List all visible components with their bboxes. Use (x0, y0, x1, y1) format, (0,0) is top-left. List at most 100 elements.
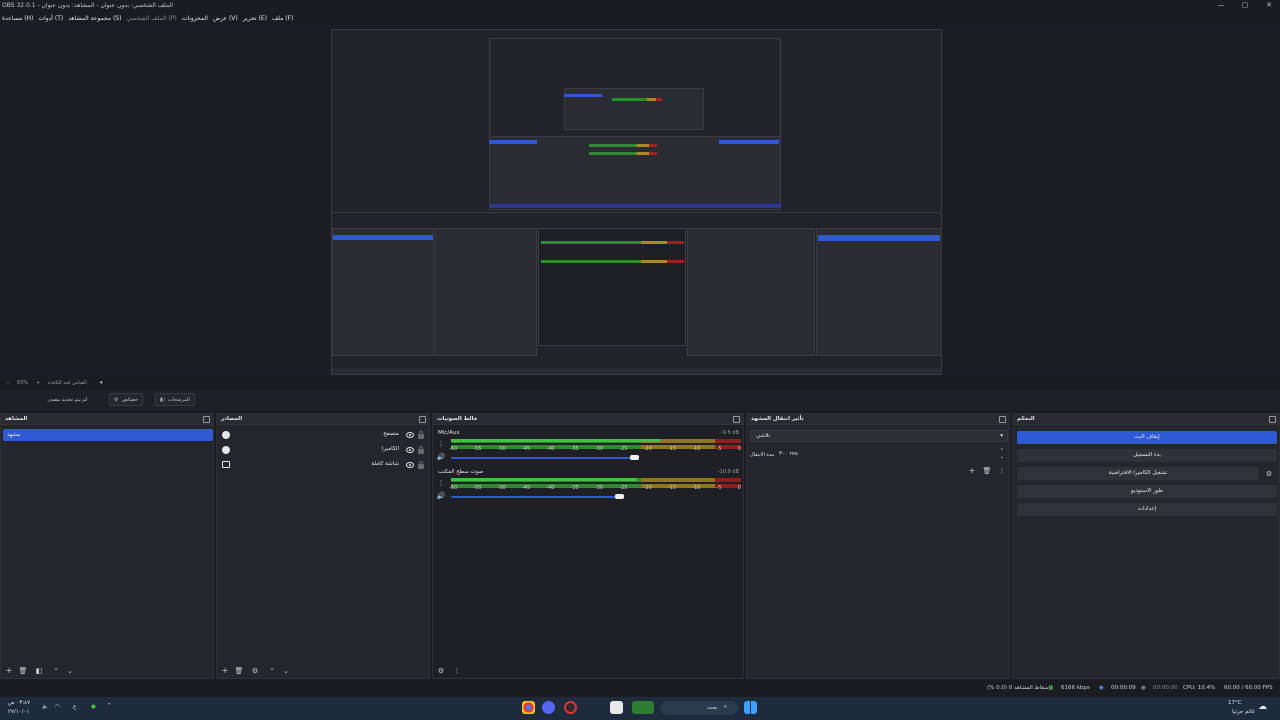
nested-meter (612, 98, 662, 101)
lock-icon[interactable] (418, 431, 424, 439)
lock-icon[interactable] (418, 461, 424, 469)
meter-scale: -60 -55 -50 -45 -40 -35 -30 -25 -20 -15 -10 -5 0 (449, 485, 741, 491)
volume-slider[interactable] (451, 496, 619, 498)
zoom-fit-label[interactable]: القياس لحد النافذة (48, 380, 87, 386)
mixer-dock-header: خالط الصوتيات (433, 414, 743, 425)
mixer-channel-db: -10.9 dB (717, 469, 739, 475)
volume-icon[interactable]: 🔈 (42, 704, 49, 710)
visibility-eye-icon[interactable] (406, 432, 414, 438)
filters-button[interactable]: ◧ المرشحات (155, 393, 195, 406)
add-scene-icon[interactable]: + (4, 666, 14, 676)
source-item[interactable]: الكاميرا (217, 444, 429, 457)
channel-menu-icon[interactable]: ⋮ (436, 478, 446, 488)
menu-view[interactable]: عرض (V) (213, 15, 238, 22)
move-down-icon[interactable]: ⌄ (281, 666, 291, 676)
start-icon[interactable] (744, 701, 757, 714)
clock-date[interactable]: ٢٧/١٠/٠١ (8, 709, 29, 715)
weather-temp[interactable]: 17°C (1228, 700, 1242, 706)
file-explorer-icon[interactable] (610, 701, 623, 714)
zoom-in-icon[interactable]: + (36, 380, 40, 386)
remove-source-icon[interactable]: 🗑 (234, 666, 244, 676)
maximize-button[interactable]: ▢ (1234, 0, 1256, 11)
remove-transition-icon[interactable]: 🗑 (982, 466, 992, 476)
settings-button[interactable]: إعدادات (1017, 503, 1277, 516)
cloud-icon[interactable]: ☁ (1258, 702, 1267, 712)
dock-popout-icon[interactable] (419, 416, 426, 423)
menu-tools[interactable]: أدوات (T) (38, 15, 63, 22)
volume-slider[interactable] (451, 457, 634, 459)
scale-tick: -40 (546, 446, 555, 452)
taskbar: ٠٣:٤٧ ص ٢٧/١٠/٠١ 🔈 ◠ ع ● ⌃ بحث ⌕ 17°C غا… (0, 697, 1280, 720)
clock-time[interactable]: ٠٣:٤٧ ص (8, 700, 30, 706)
weather-desc[interactable]: غائم جزئيا (1232, 709, 1255, 715)
mic-icon[interactable]: ● (91, 704, 96, 710)
start-recording-button[interactable]: بدء التسجيل (1017, 449, 1277, 462)
volume-slider-knob[interactable] (615, 494, 624, 499)
transition-menu-icon[interactable]: ⋮ (997, 466, 1007, 476)
zoom-row: − 63% + القياس لحد النافذة ▾ (0, 379, 1280, 389)
menu-docks[interactable]: المحزونات (182, 15, 208, 22)
zoom-dropdown-icon[interactable]: ▾ (100, 380, 103, 386)
wifi-icon[interactable]: ◠ (55, 704, 60, 710)
sources-title: المصادر (221, 416, 243, 422)
lock-icon[interactable] (418, 446, 424, 454)
scale-tick: -60 (449, 446, 458, 452)
mixer-channel-db: -9.5 dB (721, 430, 739, 436)
widgets-icon[interactable] (632, 701, 654, 714)
preview-canvas[interactable] (331, 29, 942, 375)
properties-button[interactable]: ⚙ خصائص (109, 393, 143, 406)
dock-popout-icon[interactable] (1269, 416, 1276, 423)
menu-file[interactable]: ملف (F) (272, 15, 293, 22)
zoom-out-icon[interactable]: − (6, 380, 10, 386)
move-down-icon[interactable]: ⌄ (65, 666, 75, 676)
menu-help[interactable]: مساعدة (H) (2, 15, 33, 22)
chrome-icon[interactable] (522, 701, 535, 714)
taskbar-search[interactable]: بحث ⌕ (660, 701, 738, 715)
spin-down-icon[interactable]: ⌄ (1000, 454, 1004, 460)
transition-selected: تلاشي (756, 433, 771, 439)
meter-level (451, 439, 660, 442)
signal-icon: ▮ (1050, 685, 1054, 691)
transition-select[interactable]: تلاشي ▾ (750, 430, 1008, 442)
visibility-eye-icon[interactable] (406, 462, 414, 468)
duration-spinbox[interactable]: ٣٠٠ ms ⌃ ⌄ (775, 448, 1008, 461)
virtual-camera-button[interactable]: تشغيل الكاميرا الافتراضية (1017, 467, 1259, 480)
mixer-settings-icon[interactable]: ⚙ (436, 666, 446, 676)
nested-controls (816, 228, 941, 356)
scale-tick: -30 (594, 446, 604, 452)
volume-slider-knob[interactable] (630, 455, 639, 460)
minimize-button[interactable]: — (1210, 0, 1232, 11)
remove-scene-icon[interactable]: 🗑 (18, 666, 28, 676)
discord-icon[interactable] (542, 701, 555, 714)
visibility-eye-icon[interactable] (406, 447, 414, 453)
menu-edit[interactable]: تحرير (E) (243, 15, 267, 22)
dock-popout-icon[interactable] (733, 416, 740, 423)
keyboard-language[interactable]: ع (73, 704, 76, 710)
move-up-icon[interactable]: ⌃ (51, 666, 61, 676)
scene-filters-icon[interactable]: ◧ (34, 666, 44, 676)
source-item[interactable]: متصفح (217, 429, 429, 442)
speaker-icon[interactable]: 🔊 (436, 452, 446, 462)
dock-popout-icon[interactable] (999, 416, 1006, 423)
nested-taskbar (489, 204, 781, 207)
mixer-menu-icon[interactable]: ⋮ (452, 666, 462, 676)
add-transition-icon[interactable]: + (967, 466, 977, 476)
stop-streaming-button[interactable]: إيقاف البث (1017, 431, 1277, 444)
add-source-icon[interactable]: + (220, 666, 230, 676)
speaker-icon[interactable]: 🔊 (436, 491, 446, 501)
scale-tick: -35 (570, 485, 579, 491)
close-button[interactable]: ✕ (1258, 0, 1280, 11)
channel-menu-icon[interactable]: ⋮ (436, 439, 446, 449)
dock-popout-icon[interactable] (203, 416, 210, 423)
move-up-icon[interactable]: ⌃ (267, 666, 277, 676)
nested-meter-2 (589, 152, 657, 155)
menu-scene-collection[interactable]: مجموعة المشاهد (S) (68, 15, 121, 22)
scene-item-selected[interactable]: مشهد (3, 429, 213, 441)
tray-chevron-icon[interactable]: ⌃ (107, 703, 112, 709)
menu-profile[interactable]: الملف الشخصي (P) (126, 15, 176, 22)
source-item[interactable]: شاشة كاملة (217, 459, 429, 472)
virtual-camera-settings-icon[interactable]: ⚙ (1264, 469, 1274, 479)
obs-icon[interactable] (564, 701, 577, 714)
source-properties-icon[interactable]: ⚙ (250, 666, 260, 676)
studio-mode-button[interactable]: طور الاستوديو (1017, 485, 1277, 498)
